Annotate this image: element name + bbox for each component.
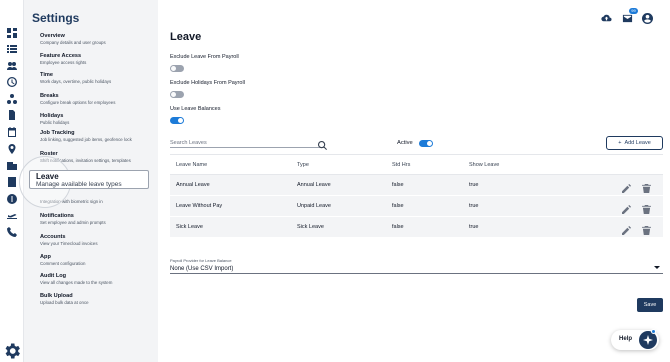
calendar-icon[interactable]: [7, 127, 17, 137]
exclude-holidays-toggle[interactable]: [170, 91, 184, 98]
exclude-payroll-label: Exclude Leave From Payroll: [170, 54, 239, 60]
settings-title: Settings: [32, 11, 80, 25]
settings-item-time[interactable]: Time Work days, overtime, public holiday…: [40, 72, 155, 85]
pencil-icon[interactable]: [622, 180, 631, 193]
pencil-icon[interactable]: [622, 222, 631, 235]
main-content: Leave Exclude Leave From Payroll Exclude…: [158, 0, 670, 362]
location-pin-icon[interactable]: [7, 144, 17, 154]
trash-icon[interactable]: [642, 222, 651, 235]
active-filter-label: Active: [397, 140, 413, 146]
exclude-holidays-label: Exclude Holidays From Payroll: [170, 80, 245, 86]
settings-item-notifications[interactable]: Notifications Set employee and admin pro…: [40, 213, 155, 226]
settings-item-holidays[interactable]: Holidays Public holidays: [40, 113, 155, 126]
settings-item-feature-access[interactable]: Feature Access Employee access rights: [40, 53, 155, 66]
settings-item-overview[interactable]: Overview Company details and user groups: [40, 33, 155, 46]
document-icon[interactable]: [7, 110, 17, 120]
clock-icon[interactable]: [7, 77, 17, 87]
people-icon[interactable]: [7, 61, 17, 71]
table-row[interactable]: Sick Leave Sick Leave false true: [170, 217, 663, 238]
help-widget[interactable]: Help: [611, 329, 659, 350]
table-header: Leave Name Type Std Hrs Show Leave: [170, 154, 663, 175]
trash-icon[interactable]: [642, 180, 651, 193]
notification-badge: 99: [629, 8, 638, 14]
settings-gear-icon[interactable]: [2, 341, 22, 361]
payroll-provider-select[interactable]: None (Use CSV Import): [170, 263, 663, 274]
add-leave-button[interactable]: + Add Leave: [606, 136, 663, 150]
trash-icon[interactable]: [642, 201, 651, 214]
cloud-sync-icon[interactable]: [601, 11, 612, 29]
header-show-leave[interactable]: Show Leave: [469, 162, 499, 168]
header-leave-name[interactable]: Leave Name: [176, 162, 207, 168]
page-title: Leave: [170, 31, 202, 43]
table-row[interactable]: Annual Leave Annual Leave false true: [170, 175, 663, 196]
header-std-hrs[interactable]: Std Hrs: [392, 162, 410, 168]
use-balances-toggle[interactable]: [170, 117, 184, 124]
settings-item-bulk-upload[interactable]: Bulk Upload Upload bulk data at once: [40, 293, 155, 306]
use-balances-label: Use Leave Balances: [170, 106, 221, 112]
header-type[interactable]: Type: [297, 162, 309, 168]
settings-item-leave[interactable]: Leave Manage available leave types: [29, 170, 149, 189]
building-icon[interactable]: [7, 160, 17, 170]
search-field[interactable]: Search Leaves: [170, 137, 327, 150]
active-filter-toggle[interactable]: [419, 140, 433, 147]
help-label: Help: [619, 336, 633, 342]
pencil-icon[interactable]: [622, 201, 631, 214]
org-chart-icon[interactable]: [7, 94, 17, 104]
caret-down-icon: [654, 266, 660, 269]
save-button[interactable]: Save: [637, 298, 663, 312]
settings-item-job-tracking[interactable]: Job Tracking Job linking, suggested job …: [40, 130, 155, 143]
settings-item-audit-log[interactable]: Audit Log View all changes made to the s…: [40, 273, 155, 286]
status-dot: [651, 329, 656, 334]
settings-item-breaks[interactable]: Breaks Configure break options for emplo…: [40, 93, 155, 106]
settings-item-accounts[interactable]: Accounts View your Timecloud invoices: [40, 234, 155, 247]
phone-icon[interactable]: [7, 227, 17, 237]
settings-item-app[interactable]: App Comment configuration: [40, 254, 155, 267]
airplane-icon[interactable]: [7, 211, 17, 221]
plus-icon: +: [618, 140, 622, 146]
account-icon[interactable]: [642, 11, 653, 29]
dollar-icon[interactable]: [7, 194, 17, 204]
report-icon[interactable]: [7, 177, 17, 187]
dashboard-icon[interactable]: [7, 28, 17, 38]
search-icon[interactable]: [318, 137, 327, 150]
leave-table: Leave Name Type Std Hrs Show Leave Annua…: [170, 154, 663, 238]
list-icon[interactable]: [7, 44, 17, 54]
table-row[interactable]: Leave Without Pay Unpaid Leave false tru…: [170, 196, 663, 217]
search-placeholder: Search Leaves: [170, 140, 207, 146]
exclude-payroll-toggle[interactable]: [170, 65, 184, 72]
